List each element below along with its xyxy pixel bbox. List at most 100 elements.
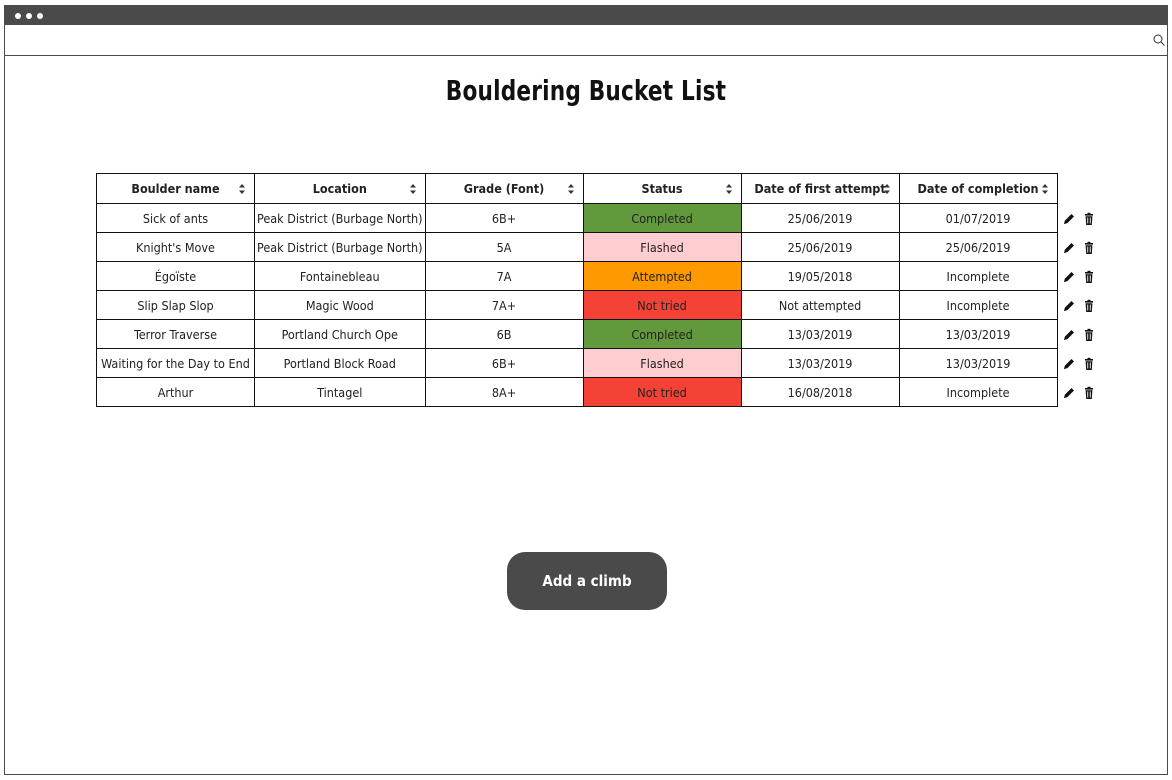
trash-icon[interactable] [1082,299,1096,313]
cell-location: Portland Church Ope [254,319,426,349]
sort-icon[interactable] [238,183,246,195]
cell-completion: 01/07/2019 [898,203,1058,233]
trash-icon[interactable] [1082,212,1096,226]
cell-location: Peak District (Burbage North) [254,232,426,262]
trash-icon[interactable] [1082,328,1096,342]
cell-first-attempt: 13/03/2019 [740,348,900,378]
column-header[interactable]: Grade (Font) [424,173,584,204]
window-dot-minimize[interactable] [26,13,32,19]
cell-name: Arthur [96,377,255,407]
cell-completion: Incomplete [898,290,1058,320]
cell-grade: 7A [424,261,584,291]
trash-icon[interactable] [1082,386,1096,400]
column-header[interactable]: Status [582,173,742,204]
column-header[interactable]: Boulder name [96,173,255,204]
cell-first-attempt: Not attempted [740,290,900,320]
cell-grade: 6B+ [424,348,584,378]
table-row[interactable]: Waiting for the Day to End Portland Block… [96,348,1105,378]
cell-location: Fontainebleau [254,261,426,291]
cell-name: Slip Slap Slop [96,290,255,320]
pencil-icon[interactable] [1062,299,1076,313]
cell-first-attempt: 13/03/2019 [740,319,900,349]
pencil-icon[interactable] [1062,241,1076,255]
status-badge: Flashed [582,232,742,262]
status-badge: Completed [582,203,742,233]
cell-completion: 25/06/2019 [898,232,1058,262]
pencil-icon[interactable] [1062,328,1076,342]
sort-icon[interactable] [1041,183,1049,195]
table-row[interactable]: Sick of ants Peak District (Burbage North… [96,203,1105,233]
row-actions [1057,204,1104,233]
row-actions [1057,378,1104,407]
column-header[interactable]: Date of first attempt [740,173,900,204]
column-header-label: Date of first attempt [754,181,886,196]
pencil-icon[interactable] [1062,357,1076,371]
cell-completion: Incomplete [898,377,1058,407]
climbs-table: Boulder name Location Grade (Font) Status Da… [96,173,1105,407]
search-icon[interactable] [1153,34,1165,46]
pencil-icon[interactable] [1062,212,1076,226]
status-badge: Not tried [582,290,742,320]
trash-icon[interactable] [1082,270,1096,284]
cell-name: Terror Traverse [96,319,255,349]
cell-name: Knight's Move [96,232,255,262]
column-header[interactable]: Date of completion [898,173,1058,204]
cell-grade: 5A [424,232,584,262]
row-actions [1057,349,1104,378]
cell-name: Waiting for the Day to End [96,348,255,378]
table-body: Sick of ants Peak District (Burbage North… [96,203,1105,407]
column-header-label: Date of completion [917,181,1039,196]
cell-location: Magic Wood [254,290,426,320]
cell-name: Sick of ants [96,203,255,233]
trash-icon[interactable] [1082,241,1096,255]
row-actions [1057,233,1104,262]
cell-grade: 6B+ [424,203,584,233]
sort-icon[interactable] [725,183,733,195]
column-header[interactable]: Location [254,173,426,204]
address-bar[interactable] [5,25,1167,56]
page-title: Bouldering Bucket List [445,74,727,107]
window-dot-close[interactable] [15,13,21,19]
cell-first-attempt: 16/08/2018 [740,377,900,407]
table-row[interactable]: Knight's Move Peak District (Burbage Nort… [96,232,1105,262]
cell-grade: 8A+ [424,377,584,407]
status-badge: Not tried [582,377,742,407]
sort-icon[interactable] [409,183,417,195]
cell-first-attempt: 25/06/2019 [740,203,900,233]
status-badge: Flashed [582,348,742,378]
cell-completion: 13/03/2019 [898,348,1058,378]
column-header-label: Location [312,181,367,196]
cell-location: Peak District (Burbage North) [254,203,426,233]
add-climb-button[interactable]: Add a climb [507,552,667,610]
cell-completion: Incomplete [898,261,1058,291]
pencil-icon[interactable] [1062,386,1076,400]
status-badge: Attempted [582,261,742,291]
sort-icon[interactable] [567,183,575,195]
cell-location: Tintagel [254,377,426,407]
row-actions [1057,291,1104,320]
cell-grade: 6B [424,319,584,349]
cell-location: Portland Block Road [254,348,426,378]
window-dot-maximize[interactable] [37,13,43,19]
title-bar [5,6,1167,25]
window-controls[interactable] [15,13,43,19]
status-badge: Completed [582,319,742,349]
cell-grade: 7A+ [424,290,584,320]
sort-icon[interactable] [883,183,891,195]
table-header-row: Boulder name Location Grade (Font) Status Da… [96,173,1105,204]
column-header-label: Grade (Font) [463,181,545,196]
table-row[interactable]: Arthur Tintagel 8A+ Not tried 16/08/2018 Inco… [96,377,1105,407]
table-row[interactable]: Égoïste Fontainebleau 7A Attempted 19/05/201… [96,261,1105,291]
trash-icon[interactable] [1082,357,1096,371]
row-actions [1057,320,1104,349]
cell-completion: 13/03/2019 [898,319,1058,349]
row-actions [1057,262,1104,291]
cell-first-attempt: 25/06/2019 [740,232,900,262]
cell-first-attempt: 19/05/2018 [740,261,900,291]
table-row[interactable]: Slip Slap Slop Magic Wood 7A+ Not tried Not … [96,290,1105,320]
table-row[interactable]: Terror Traverse Portland Church Ope 6B Comp… [96,319,1105,349]
column-header-label: Status [641,181,683,196]
pencil-icon[interactable] [1062,270,1076,284]
cell-name: Égoïste [96,261,255,291]
column-header-label: Boulder name [131,181,220,196]
